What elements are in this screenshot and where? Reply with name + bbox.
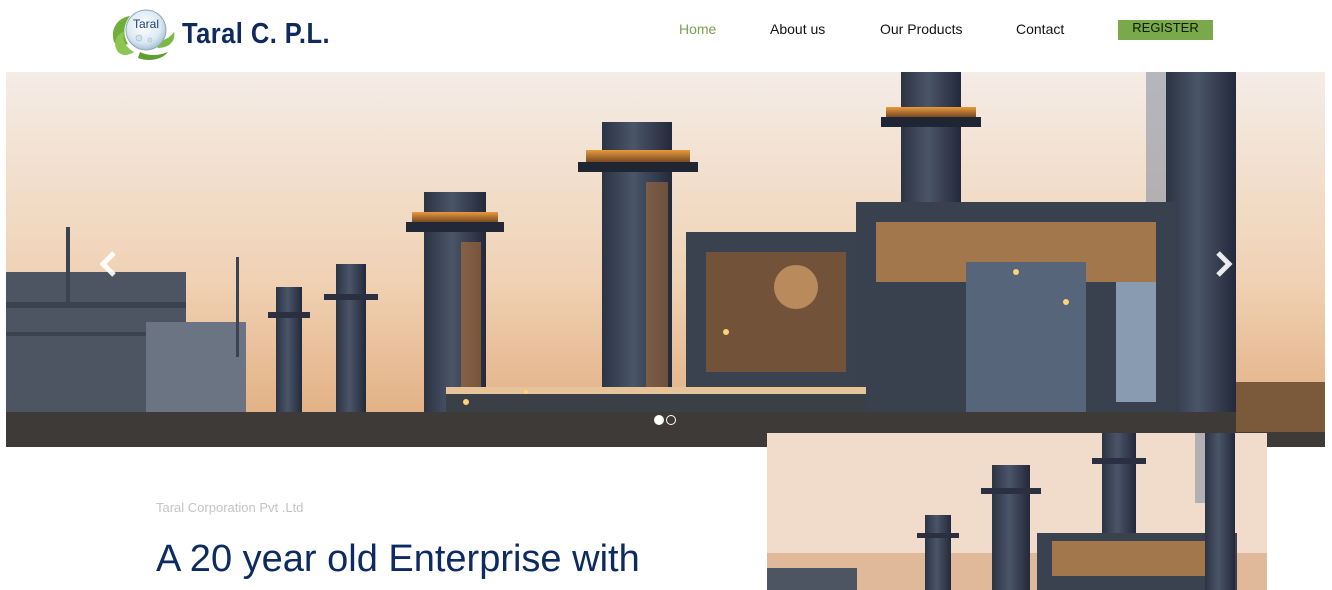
site-header: Taral Taral C. P.L. Home About us Our Pr… bbox=[0, 0, 1332, 72]
nav-contact[interactable]: Contact bbox=[1016, 21, 1064, 37]
logo-badge-text: Taral bbox=[133, 17, 159, 31]
intro-headline: A 20 year old Enterprise with bbox=[156, 538, 640, 580]
carousel-prev-button[interactable] bbox=[94, 247, 124, 281]
nav-our-products[interactable]: Our Products bbox=[880, 21, 962, 37]
nav-home[interactable]: Home bbox=[679, 21, 716, 37]
leaf-globe-logo-icon: Taral bbox=[108, 4, 182, 64]
hero-carousel bbox=[6, 72, 1325, 447]
plant-preview-image bbox=[767, 433, 1267, 590]
brand-logo[interactable]: Taral Taral C. P.L. bbox=[108, 4, 350, 64]
nav-about-us[interactable]: About us bbox=[770, 21, 825, 37]
carousel-dot-2[interactable] bbox=[666, 415, 676, 425]
chevron-left-icon bbox=[99, 251, 116, 277]
carousel-indicators bbox=[654, 415, 676, 425]
carousel-next-button[interactable] bbox=[1208, 247, 1238, 281]
register-button[interactable]: REGISTER bbox=[1118, 20, 1213, 40]
brand-name: Taral C. P.L. bbox=[182, 17, 331, 50]
industrial-plant-image bbox=[6, 72, 1325, 447]
chevron-right-icon bbox=[1216, 251, 1233, 277]
company-name: Taral Corporation Pvt .Ltd bbox=[156, 500, 304, 515]
carousel-dot-1[interactable] bbox=[654, 415, 664, 425]
